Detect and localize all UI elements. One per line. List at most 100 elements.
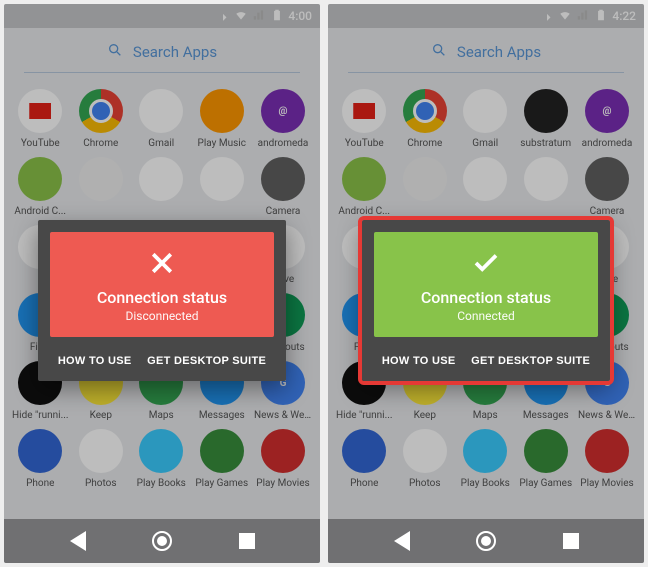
app-label: Play Games	[519, 478, 572, 489]
app-unknown[interactable]	[518, 157, 575, 217]
app-play-music[interactable]: Play Music	[194, 89, 251, 149]
connection-dialog: Connection status Disconnected HOW TO US…	[38, 220, 286, 381]
app-android-c-[interactable]: Android C...	[336, 157, 393, 217]
close-icon	[60, 248, 264, 282]
how-to-use-button[interactable]: HOW TO USE	[376, 345, 462, 377]
battery-icon	[594, 8, 608, 25]
app-icon	[524, 157, 568, 201]
app-label: Maps	[473, 410, 498, 421]
app-label: Messages	[199, 410, 245, 421]
clock: 4:00	[288, 9, 312, 23]
status-title: Connection status	[60, 288, 264, 307]
app-label: andromeda	[258, 138, 309, 149]
app-label: Chrome	[83, 138, 118, 149]
app-icon	[403, 89, 447, 133]
search-label: Search Apps	[133, 43, 217, 61]
app-unknown[interactable]	[397, 157, 454, 217]
status-bar: 4:22	[328, 4, 644, 28]
app-play-books[interactable]: Play Books	[457, 429, 514, 489]
app-icon	[403, 157, 447, 201]
app-play-movies[interactable]: Play Movies	[254, 429, 312, 489]
app-icon	[261, 157, 305, 201]
app-label: Chrome	[407, 138, 442, 149]
app-play-games[interactable]: Play Games	[518, 429, 575, 489]
screenshot-right: 4:22 Search Apps YouTube Chrome M Gmail subs…	[328, 4, 644, 563]
dialog-actions: HOW TO USE GET DESKTOP SUITE	[374, 345, 598, 377]
app-photos[interactable]: Photos	[397, 429, 454, 489]
app-icon: @	[261, 89, 305, 133]
how-to-use-button[interactable]: HOW TO USE	[52, 345, 138, 377]
app-icon	[139, 157, 183, 201]
app-icon: M	[139, 89, 183, 133]
nav-home-button[interactable]	[475, 530, 497, 552]
app-photos[interactable]: Photos	[73, 429, 130, 489]
app-chrome[interactable]: Chrome	[397, 89, 454, 149]
status-subtitle: Disconnected	[60, 309, 264, 323]
app-phone[interactable]: Phone	[12, 429, 69, 489]
app-gmail[interactable]: M Gmail	[457, 89, 514, 149]
app-youtube[interactable]: YouTube	[12, 89, 69, 149]
app-label: Play Books	[137, 478, 186, 489]
check-icon	[384, 248, 588, 282]
app-chrome[interactable]: Chrome	[73, 89, 130, 149]
nav-home-button[interactable]	[151, 530, 173, 552]
app-label: Gmail	[472, 138, 498, 149]
app-play-movies[interactable]: Play Movies	[578, 429, 636, 489]
app-camera[interactable]: Camera	[578, 157, 636, 217]
status-subtitle: Connected	[384, 309, 588, 323]
app-icon	[524, 89, 568, 133]
nav-back-button[interactable]	[391, 530, 413, 552]
get-desktop-suite-button[interactable]: GET DESKTOP SUITE	[465, 345, 596, 377]
search-icon	[107, 42, 123, 62]
nav-recent-button[interactable]	[560, 530, 582, 552]
app-icon	[18, 157, 62, 201]
app-icon	[463, 157, 507, 201]
app-label: Keep	[414, 410, 436, 421]
status-bar: 4:00	[4, 4, 320, 28]
app-icon	[79, 89, 123, 133]
app-play-books[interactable]: Play Books	[133, 429, 190, 489]
app-gmail[interactable]: MGmail	[133, 89, 190, 149]
dialog-actions: HOW TO USE GET DESKTOP SUITE	[50, 345, 274, 377]
app-icon	[18, 89, 62, 133]
status-panel: Connection status Connected	[374, 232, 598, 337]
app-unknown[interactable]	[457, 157, 514, 217]
app-label: Hide "runni...	[12, 410, 68, 421]
app-icon: M	[463, 89, 507, 133]
search-apps[interactable]: Search Apps	[4, 28, 320, 72]
app-label: andromeda	[582, 138, 633, 149]
app-play-games[interactable]: Play Games	[194, 429, 251, 489]
app-youtube[interactable]: YouTube	[336, 89, 393, 149]
status-title: Connection status	[384, 288, 588, 307]
app-unknown[interactable]	[133, 157, 190, 217]
app-label: YouTube	[21, 138, 60, 149]
app-unknown[interactable]	[194, 157, 251, 217]
search-icon	[431, 42, 447, 62]
app-label: Play Movies	[580, 478, 633, 489]
app-substratum[interactable]: substratum	[518, 89, 575, 149]
app-icon	[342, 157, 386, 201]
app-unknown[interactable]	[73, 157, 130, 217]
app-andromeda[interactable]: @andromeda	[578, 89, 636, 149]
app-camera[interactable]: Camera	[254, 157, 312, 217]
nav-back-button[interactable]	[67, 530, 89, 552]
app-icon	[79, 157, 123, 201]
bluetooth-icon	[540, 8, 554, 25]
app-icon	[200, 429, 244, 473]
nav-recent-button[interactable]	[236, 530, 258, 552]
app-icon	[524, 429, 568, 473]
get-desktop-suite-button[interactable]: GET DESKTOP SUITE	[141, 345, 272, 377]
app-icon	[342, 429, 386, 473]
app-andromeda[interactable]: @ andromeda	[254, 89, 312, 149]
app-label: Photos	[85, 478, 117, 489]
navigation-bar	[328, 519, 644, 563]
navigation-bar	[4, 519, 320, 563]
app-label: Play Movies	[256, 478, 309, 489]
app-icon	[261, 429, 305, 473]
app-phone[interactable]: Phone	[336, 429, 393, 489]
battery-icon	[270, 8, 284, 25]
app-label: News & Wea...	[578, 410, 636, 421]
app-label: Hide "runni...	[336, 410, 392, 421]
app-android-c-[interactable]: Android C...	[12, 157, 69, 217]
search-apps[interactable]: Search Apps	[328, 28, 644, 72]
